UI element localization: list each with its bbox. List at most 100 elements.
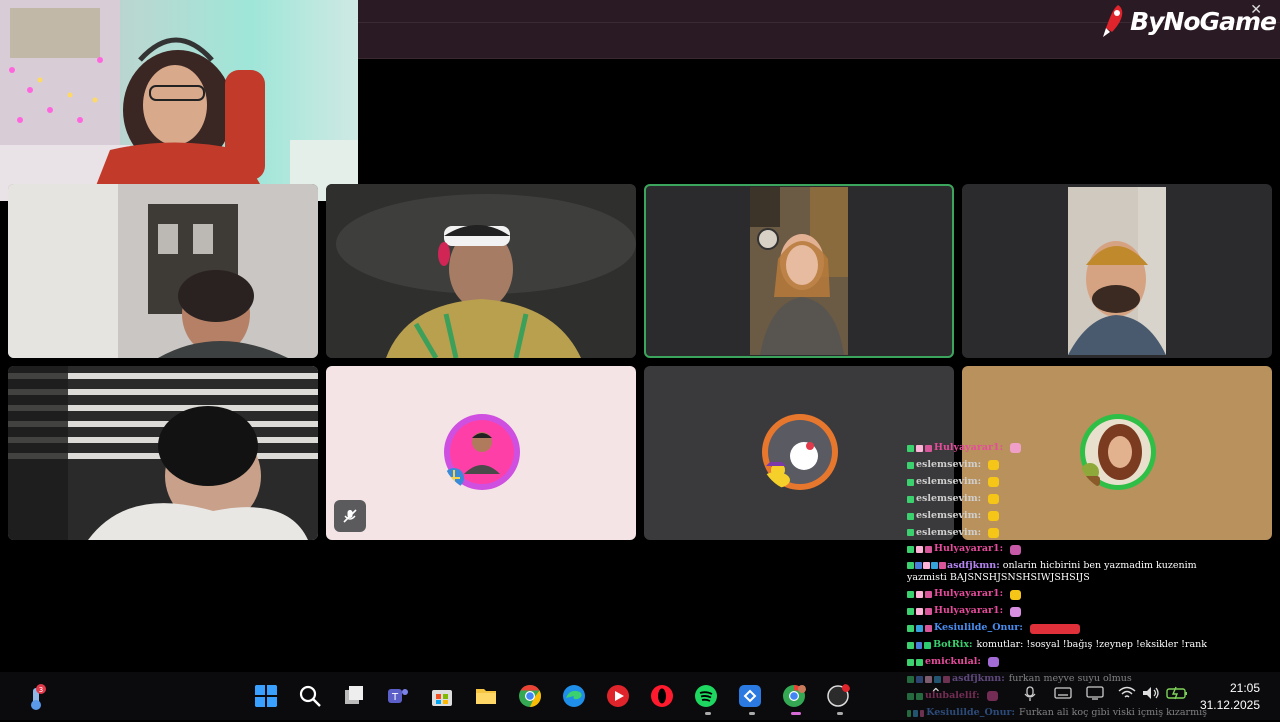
- chat-badge-icon: [916, 444, 923, 452]
- participant-tile-6[interactable]: [326, 366, 636, 540]
- mic-muted-button[interactable]: [334, 500, 366, 532]
- chrome-profile-icon[interactable]: [782, 684, 806, 708]
- obs-studio-icon[interactable]: [826, 684, 850, 708]
- chat-badge-icon: [916, 625, 923, 633]
- chat-emote-icon: [1029, 623, 1080, 634]
- svg-text:T: T: [391, 692, 399, 703]
- chat-badge-icon: [923, 562, 930, 570]
- opera-icon[interactable]: [650, 684, 674, 708]
- chat-username[interactable]: Hulyayarar1:: [934, 603, 1003, 620]
- chat-badge-icon: [907, 444, 914, 452]
- chat-badge-icon: [925, 444, 932, 452]
- chat-username[interactable]: eslemsevim:: [916, 457, 981, 474]
- keyboard-icon[interactable]: [1054, 686, 1072, 700]
- chat-message: Hulyayarar1:: [907, 440, 1207, 457]
- spotify-running-indicator: [705, 712, 711, 715]
- chat-emote-icon: [988, 527, 1000, 538]
- chat-message: BotRix: komutlar: !sosyal !bağış !zeynep …: [907, 637, 1207, 654]
- chat-emote-icon: [988, 460, 1000, 471]
- chat-badge-icon: [939, 562, 946, 570]
- chat-badge-icon: [907, 546, 914, 554]
- chat-message: eslemsevim:: [907, 491, 1207, 508]
- chat-badge-icon: [907, 591, 914, 599]
- chat-emote-icon: [987, 657, 999, 668]
- chat-badge-icon: [907, 461, 914, 469]
- chat-message: emickulal:: [907, 654, 1207, 671]
- participant-video-1: [8, 184, 318, 358]
- close-icon[interactable]: ✕: [1250, 2, 1262, 18]
- spotify-icon[interactable]: [694, 684, 718, 708]
- webcam-scene: [0, 0, 358, 201]
- chat-username[interactable]: eslemsevim:: [916, 508, 981, 525]
- streamer-webcam: [0, 0, 358, 201]
- chat-username[interactable]: emickulal:: [925, 654, 981, 671]
- chat-message: Hulyayarar1:: [907, 541, 1207, 558]
- participant-tile-1[interactable]: [8, 184, 318, 358]
- participant-video-4: [1068, 187, 1166, 355]
- chat-badge-icon: [925, 546, 932, 554]
- weather-badge-count: 3: [39, 686, 43, 694]
- chat-badge-icon: [915, 562, 922, 570]
- system-clock[interactable]: 21:05 31.12.2025: [1200, 680, 1260, 714]
- windows-start-icon[interactable]: [254, 684, 278, 708]
- chat-username[interactable]: Hulyayarar1:: [934, 541, 1003, 558]
- chat-badge-icon: [915, 642, 923, 650]
- participant-tile-4[interactable]: [962, 184, 1272, 358]
- weather-widget-icon[interactable]: 3: [22, 684, 50, 712]
- chat-username[interactable]: Hulyayarar1:: [934, 586, 1003, 603]
- chat-message: Kesiulilde_Onur:: [907, 620, 1207, 637]
- participant-tile-3-speaking[interactable]: [644, 184, 954, 358]
- chat-badge-icon: [924, 642, 932, 650]
- chat-badge-icon: [931, 562, 938, 570]
- chat-badge-icon: [907, 562, 914, 570]
- chat-badge-icon: [925, 608, 932, 616]
- mic-muted-icon: [343, 509, 357, 523]
- chat-message: eslemsevim:: [907, 508, 1207, 525]
- chat-message: asdfjkmn: onlarin hicbirini ben yazmadim …: [907, 558, 1207, 586]
- chat-username[interactable]: Hulyayarar1:: [934, 440, 1003, 457]
- participant-tile-2[interactable]: [326, 184, 636, 358]
- participant-avatar-6: [444, 414, 520, 490]
- chat-badge-icon: [907, 495, 914, 503]
- edge-icon[interactable]: [562, 684, 586, 708]
- chat-badge-icon: [916, 591, 923, 599]
- volume-icon[interactable]: [1142, 686, 1160, 700]
- clock-date: 31.12.2025: [1199, 698, 1260, 712]
- nearby-share-running-indicator: [749, 712, 755, 715]
- chevron-up-icon[interactable]: ⌃: [930, 686, 942, 702]
- battery-charging-icon[interactable]: [1166, 686, 1188, 700]
- wifi-icon[interactable]: [1118, 686, 1136, 700]
- chat-emote-icon: [988, 494, 1000, 505]
- chat-badge-icon: [907, 512, 914, 520]
- chat-badge-icon: [907, 642, 914, 650]
- chat-username[interactable]: asdfjkmn:: [947, 560, 1000, 571]
- chat-username[interactable]: eslemsevim:: [916, 474, 981, 491]
- chat-message: Hulyayarar1:: [907, 603, 1207, 620]
- chrome-active-indicator: [791, 712, 801, 715]
- chat-username[interactable]: eslemsevim:: [916, 491, 981, 508]
- file-explorer-icon[interactable]: [474, 684, 498, 708]
- participant-video-2: [326, 184, 636, 358]
- chat-text: komutlar: !sosyal !bağış !zeynep !eksikl…: [976, 639, 1207, 651]
- chat-username[interactable]: BotRix:: [933, 637, 972, 654]
- chat-emote-icon: [1010, 606, 1022, 617]
- chat-badge-icon: [907, 608, 914, 616]
- chat-username[interactable]: eslemsevim:: [916, 525, 981, 542]
- search-icon[interactable]: [298, 684, 322, 708]
- participant-tile-5[interactable]: [8, 366, 318, 540]
- participant-video-3: [750, 187, 848, 355]
- chat-badge-icon: [907, 478, 914, 486]
- microphone-icon[interactable]: [1024, 686, 1036, 702]
- media-player-icon[interactable]: [606, 684, 630, 708]
- nearby-share-icon[interactable]: [738, 684, 762, 708]
- chrome-icon[interactable]: [518, 684, 542, 708]
- chat-badge-icon: [925, 591, 932, 599]
- chat-message: eslemsevim:: [907, 457, 1207, 474]
- chat-username[interactable]: Kesiulilde_Onur:: [934, 620, 1023, 637]
- teams-icon[interactable]: T: [386, 684, 410, 708]
- display-icon[interactable]: [1086, 686, 1104, 700]
- chat-emote-icon: [1010, 443, 1022, 454]
- microsoft-store-icon[interactable]: [430, 684, 454, 708]
- task-view-icon[interactable]: [342, 684, 366, 708]
- chat-message: eslemsevim:: [907, 525, 1207, 542]
